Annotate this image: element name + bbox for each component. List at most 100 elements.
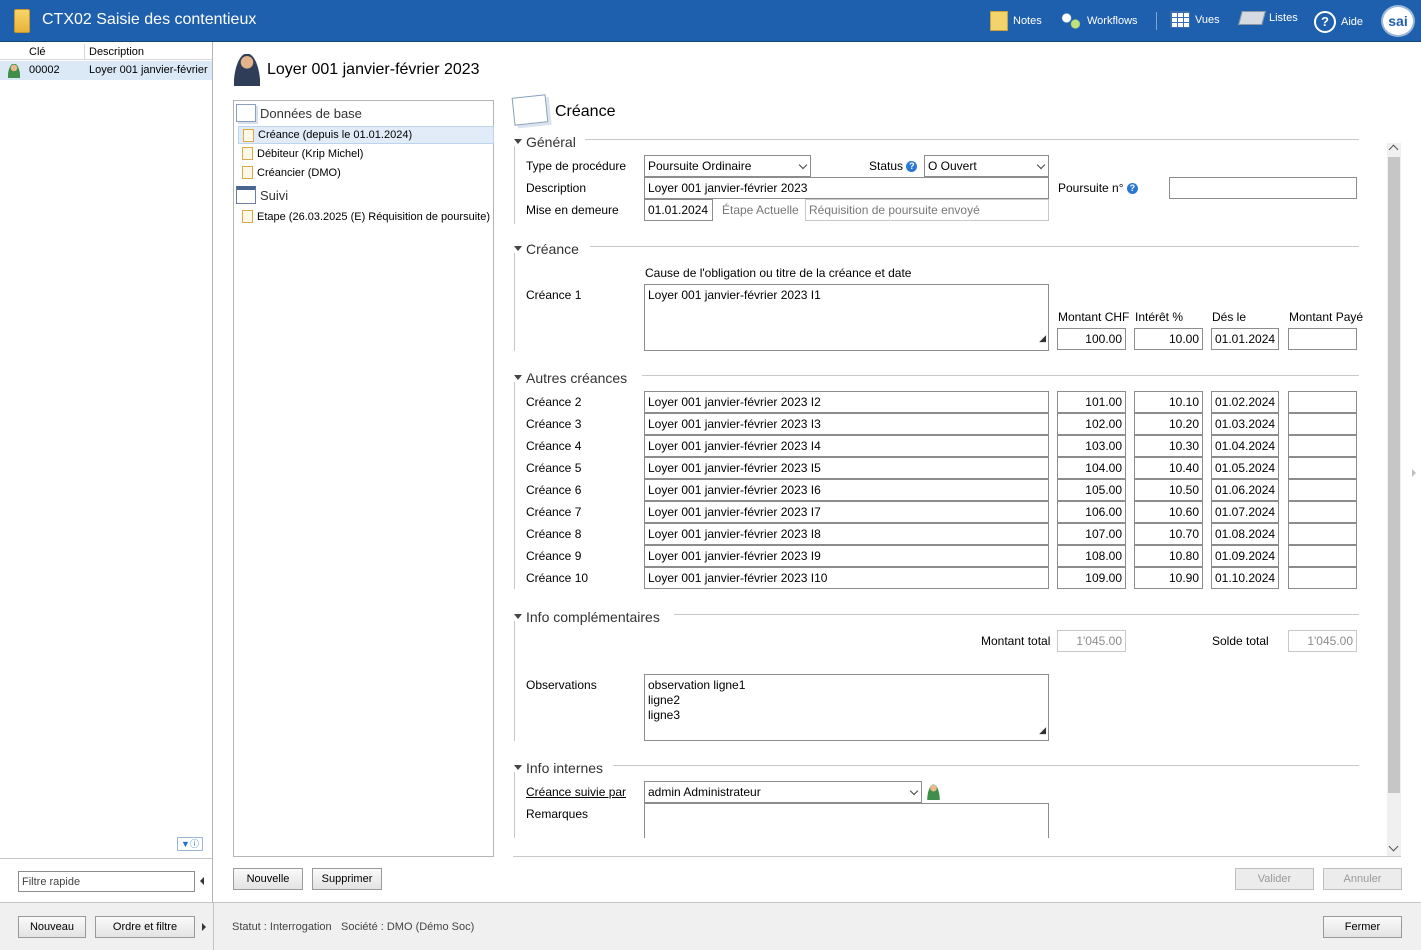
autre-creance-montant[interactable]: 103.00	[1057, 435, 1126, 457]
autre-creance-date[interactable]: 01.07.2024	[1211, 501, 1279, 523]
autre-creance-montant[interactable]: 104.00	[1057, 457, 1126, 479]
autre-creance-date[interactable]: 01.03.2024	[1211, 413, 1279, 435]
mise-demeure-input[interactable]: 01.01.2024	[644, 199, 713, 221]
autre-creance-text-input[interactable]: Loyer 001 janvier-février 2023 I6	[644, 479, 1049, 501]
autre-creance-montant[interactable]: 108.00	[1057, 545, 1126, 567]
autre-creance-paye[interactable]	[1288, 545, 1357, 567]
section-autres-creances: Autres créances	[526, 370, 628, 386]
tree-item-etape[interactable]: Etape (26.03.2025 (E) Réquisition de pou…	[242, 210, 490, 223]
collapse-autres-icon[interactable]	[514, 375, 522, 380]
autre-creance-text-input[interactable]: Loyer 001 janvier-février 2023 I2	[644, 391, 1049, 413]
resize-handle-icon[interactable]: ◢	[1039, 328, 1046, 348]
status-select[interactable]: O Ouvert	[924, 155, 1049, 177]
aide-button[interactable]: ? Aide	[1314, 11, 1363, 33]
autre-creance-interet[interactable]: 10.90	[1134, 567, 1203, 589]
autre-creance-interet[interactable]: 10.40	[1134, 457, 1203, 479]
collapse-creance-icon[interactable]	[514, 246, 522, 251]
type-procedure-label: Type de procédure	[526, 159, 627, 173]
autre-creance-interet[interactable]: 10.70	[1134, 523, 1203, 545]
help-icon[interactable]: ?	[1126, 183, 1138, 195]
autre-creance-interet[interactable]: 10.60	[1134, 501, 1203, 523]
autre-creance-paye[interactable]	[1288, 413, 1357, 435]
autre-creance-text-input[interactable]: Loyer 001 janvier-février 2023 I5	[644, 457, 1049, 479]
autre-creance-text-input[interactable]: Loyer 001 janvier-février 2023 I8	[644, 523, 1049, 545]
creance-1-interet[interactable]: 10.00	[1134, 328, 1203, 350]
autre-creance-paye[interactable]	[1288, 391, 1357, 413]
autre-creance-text-input[interactable]: Loyer 001 janvier-février 2023 I7	[644, 501, 1049, 523]
notes-button[interactable]: Notes	[990, 11, 1042, 31]
autre-creance-text-input[interactable]: Loyer 001 janvier-février 2023 I9	[644, 545, 1049, 567]
scrollbar-thumb[interactable]	[1388, 157, 1400, 793]
tree-item-creancier[interactable]: Créancier (DMO)	[242, 166, 341, 179]
column-header-description[interactable]: Description	[89, 46, 144, 58]
description-input[interactable]: Loyer 001 janvier-février 2023	[644, 177, 1049, 199]
type-procedure-select[interactable]: Poursuite Ordinaire	[644, 155, 811, 177]
workflows-button[interactable]: Workflows	[1060, 11, 1138, 31]
autre-creance-text-input[interactable]: Loyer 001 janvier-février 2023 I10	[644, 567, 1049, 589]
listes-button[interactable]: Listes	[1238, 11, 1298, 25]
quick-filter-input[interactable]: Filtre rapide	[18, 871, 195, 892]
collapse-general-icon[interactable]	[514, 139, 522, 144]
tree-item-creance[interactable]: Créance (depuis le 01.01.2024)	[238, 126, 494, 144]
creance-1-textarea[interactable]: Loyer 001 janvier-février 2023 I1 ◢	[644, 284, 1049, 351]
autre-creance-text-input[interactable]: Loyer 001 janvier-février 2023 I4	[644, 435, 1049, 457]
notes-icon	[990, 11, 1008, 31]
autre-creance-paye[interactable]	[1288, 479, 1357, 501]
autre-creance-date[interactable]: 01.05.2024	[1211, 457, 1279, 479]
autre-creance-paye[interactable]	[1288, 523, 1357, 545]
autre-creance-interet[interactable]: 10.30	[1134, 435, 1203, 457]
collapse-internes-icon[interactable]	[514, 765, 522, 770]
autre-creance-montant[interactable]: 102.00	[1057, 413, 1126, 435]
expand-right-icon[interactable]	[1412, 469, 1416, 477]
vues-button[interactable]: Vues	[1170, 11, 1220, 28]
tree-group-suivi[interactable]: Suivi	[236, 186, 288, 204]
collapse-info-icon[interactable]	[514, 614, 522, 619]
autre-creance-date[interactable]: 01.04.2024	[1211, 435, 1279, 457]
remarques-textarea[interactable]	[644, 803, 1049, 838]
valider-button[interactable]: Valider	[1235, 868, 1314, 890]
user-icon[interactable]	[927, 784, 940, 800]
autre-creance-date[interactable]: 01.02.2024	[1211, 391, 1279, 413]
autre-creance-date[interactable]: 01.09.2024	[1211, 545, 1279, 567]
autre-creance-paye[interactable]	[1288, 457, 1357, 479]
creance-1-paye[interactable]	[1288, 328, 1357, 350]
poursuite-input[interactable]	[1169, 177, 1357, 199]
column-header-key[interactable]: Clé	[29, 46, 46, 58]
creance-1-date[interactable]: 01.01.2024	[1211, 328, 1279, 350]
autre-creance-interet[interactable]: 10.20	[1134, 413, 1203, 435]
supprimer-button[interactable]: Supprimer	[312, 868, 382, 890]
autre-creance-date[interactable]: 01.10.2024	[1211, 567, 1279, 589]
autre-creance-montant[interactable]: 107.00	[1057, 523, 1126, 545]
fermer-button[interactable]: Fermer	[1323, 916, 1402, 938]
autre-creance-interet[interactable]: 10.50	[1134, 479, 1203, 501]
annuler-button[interactable]: Annuler	[1323, 868, 1402, 890]
ordre-filtre-button[interactable]: Ordre et filtre	[95, 916, 195, 938]
autre-creance-date[interactable]: 01.08.2024	[1211, 523, 1279, 545]
autre-creance-interet[interactable]: 10.80	[1134, 545, 1203, 567]
autre-creance-label: Créance 2	[526, 395, 582, 409]
autre-creance-interet[interactable]: 10.10	[1134, 391, 1203, 413]
observations-textarea[interactable]: observation ligne1 ligne2 ligne3 ◢	[644, 674, 1049, 741]
list-row[interactable]: 00002 Loyer 001 janvier-février 2023	[0, 61, 212, 80]
creance-suivie-par-select[interactable]: admin Administrateur	[644, 781, 922, 803]
autre-creance-montant[interactable]: 101.00	[1057, 391, 1126, 413]
expand-arrow-icon[interactable]	[202, 923, 206, 931]
creance-1-montant[interactable]: 100.00	[1057, 328, 1126, 350]
creance-suivie-par-link[interactable]: Créance suivie par	[526, 785, 626, 799]
nouvelle-button[interactable]: Nouvelle	[233, 868, 303, 890]
tree-group-base[interactable]: Données de base	[236, 104, 362, 122]
autre-creance-montant[interactable]: 105.00	[1057, 479, 1126, 501]
autre-creance-paye[interactable]	[1288, 435, 1357, 457]
filter-icon[interactable]: ▼ⓘ	[177, 837, 203, 851]
autre-creance-montant[interactable]: 106.00	[1057, 501, 1126, 523]
autre-creance-montant[interactable]: 109.00	[1057, 567, 1126, 589]
collapse-arrow-icon[interactable]	[200, 877, 204, 885]
nouveau-button[interactable]: Nouveau	[18, 916, 86, 938]
tree-item-debiteur[interactable]: Débiteur (Krip Michel)	[242, 147, 363, 160]
autre-creance-paye[interactable]	[1288, 501, 1357, 523]
help-icon[interactable]: ?	[906, 161, 918, 173]
autre-creance-text-input[interactable]: Loyer 001 janvier-février 2023 I3	[644, 413, 1049, 435]
autre-creance-date[interactable]: 01.06.2024	[1211, 479, 1279, 501]
resize-handle-icon[interactable]: ◢	[1039, 723, 1046, 738]
autre-creance-paye[interactable]	[1288, 567, 1357, 589]
